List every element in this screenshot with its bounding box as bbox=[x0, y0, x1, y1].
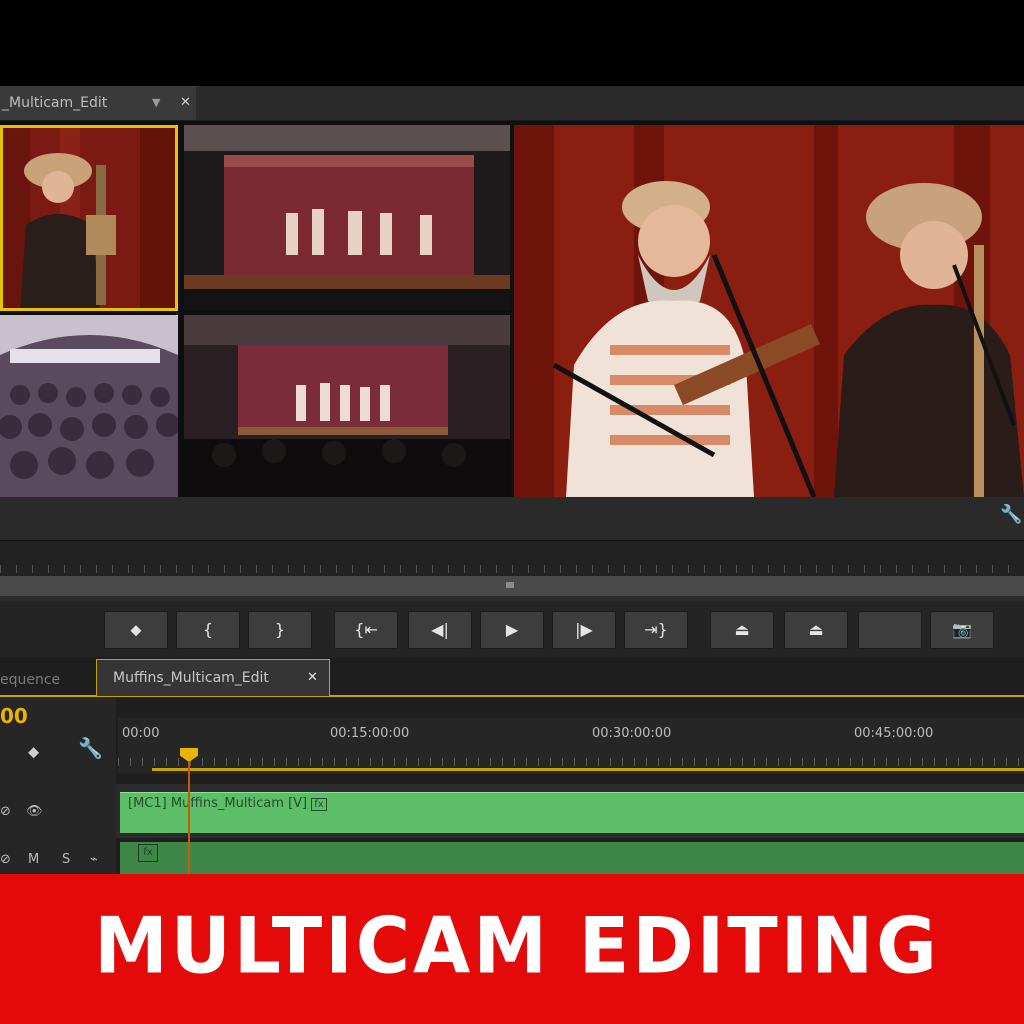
go-to-in-icon: {⇤ bbox=[354, 620, 378, 639]
voice-over-icon[interactable]: ⌁ bbox=[90, 852, 98, 867]
wrench-icon[interactable]: 🔧 bbox=[1000, 504, 1022, 525]
ruler-label: 00:30:00:00 bbox=[592, 726, 672, 741]
lift-button[interactable]: ⏏ bbox=[710, 611, 774, 649]
solo-button[interactable]: S bbox=[62, 852, 70, 867]
close-icon[interactable]: ✕ bbox=[180, 86, 191, 120]
step-forward-button[interactable]: |▶ bbox=[552, 611, 616, 649]
wrench-icon[interactable]: 🔧 bbox=[78, 736, 103, 760]
lift-icon: ⏏ bbox=[734, 620, 750, 639]
play-icon: ▶ bbox=[505, 620, 519, 639]
ruler-label: 00:45:00:00 bbox=[854, 726, 934, 741]
work-area-bar[interactable] bbox=[152, 768, 1024, 771]
go-to-out-icon: ⇥} bbox=[644, 620, 668, 639]
camera-4-angle[interactable] bbox=[184, 315, 510, 497]
marker-icon[interactable]: ⬥ bbox=[28, 742, 39, 762]
marker-icon: ⬥ bbox=[130, 620, 142, 639]
add-marker-button[interactable]: ⬥ bbox=[104, 611, 168, 649]
multicam-monitor bbox=[0, 121, 1024, 497]
go-to-out-button[interactable]: ⇥} bbox=[624, 611, 688, 649]
monitor-time-ruler[interactable] bbox=[0, 540, 1024, 577]
monitor-tab-label: _Multicam_Edit bbox=[2, 95, 108, 111]
step-forward-icon: |▶ bbox=[575, 620, 593, 639]
timecode-display[interactable]: 00 bbox=[0, 704, 28, 728]
mark-out-button[interactable]: } bbox=[248, 611, 312, 649]
go-to-in-button[interactable]: {⇤ bbox=[334, 611, 398, 649]
monitor-tab[interactable]: _Multicam_Edit ▼ ✕ bbox=[0, 86, 196, 120]
fx-badge: fx bbox=[138, 844, 158, 862]
toggle-sync-lock-icon[interactable]: ⊘ bbox=[0, 804, 11, 819]
camera-icon: 📷 bbox=[952, 620, 972, 639]
toggle-sync-lock-icon[interactable]: ⊘ bbox=[0, 852, 11, 867]
mark-out-icon: } bbox=[274, 620, 286, 639]
monitor-tab-bar: _Multicam_Edit ▼ ✕ bbox=[0, 86, 1024, 121]
camera-3-angle[interactable] bbox=[0, 315, 178, 497]
transport-controls: ⬥ {} {⇤ ◀| ▶ |▶ ⇥} ⏏ ⏏ 📷 bbox=[0, 601, 1024, 657]
tab-label: Muffins_Multicam_Edit bbox=[113, 670, 269, 686]
video-clip-label: [MC1] Muffins_Multicam [V] fx bbox=[128, 796, 327, 811]
timeline-ruler[interactable]: 00:00 00:15:00:00 00:30:00:00 00:45:00:0… bbox=[118, 718, 1024, 774]
mute-button[interactable]: M bbox=[28, 852, 39, 867]
chevron-down-icon[interactable]: ▼ bbox=[152, 86, 160, 120]
mark-in-icon: { bbox=[202, 620, 214, 639]
camera-1-angle[interactable] bbox=[0, 125, 178, 311]
tab-sequence[interactable]: equence bbox=[0, 665, 92, 695]
monitor-zoom-scrollbar[interactable] bbox=[0, 576, 1024, 596]
tab-muffins-multicam-edit[interactable]: Muffins_Multicam_Edit ✕ bbox=[96, 659, 330, 696]
eye-icon[interactable]: 👁 bbox=[26, 804, 43, 819]
extract-button[interactable]: ⏏ bbox=[784, 611, 848, 649]
toggle-multicam-button[interactable] bbox=[858, 611, 922, 649]
play-button[interactable]: ▶ bbox=[480, 611, 544, 649]
playhead-line bbox=[188, 762, 190, 874]
fx-badge: fx bbox=[311, 798, 327, 811]
mark-in-button[interactable]: { bbox=[176, 611, 240, 649]
timeline-tab-bar: equence Muffins_Multicam_Edit ✕ bbox=[0, 657, 1024, 697]
camera-2-angle[interactable] bbox=[184, 125, 510, 311]
program-monitor[interactable] bbox=[514, 125, 1024, 497]
extract-icon: ⏏ bbox=[808, 620, 824, 639]
clip-name: [MC1] Muffins_Multicam [V] bbox=[128, 796, 308, 811]
close-icon[interactable]: ✕ bbox=[307, 660, 318, 696]
banner-title: MULTICAM EDITING bbox=[94, 900, 940, 992]
step-back-button[interactable]: ◀| bbox=[408, 611, 472, 649]
ruler-label: 00:15:00:00 bbox=[330, 726, 410, 741]
scrollbar-grip[interactable] bbox=[506, 582, 514, 588]
audio-clip[interactable] bbox=[120, 842, 1024, 876]
ruler-label: 00:00 bbox=[122, 726, 160, 741]
export-frame-button[interactable]: 📷 bbox=[930, 611, 994, 649]
step-back-icon: ◀| bbox=[431, 620, 449, 639]
